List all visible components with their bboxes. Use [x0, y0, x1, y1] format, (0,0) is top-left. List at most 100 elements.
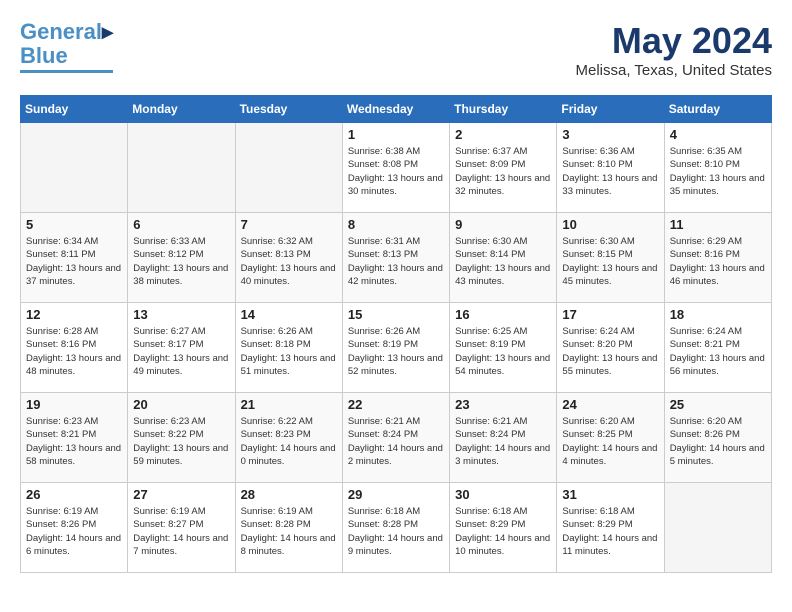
title-block: May 2024 Melissa, Texas, United States	[576, 20, 772, 79]
day-number: 27	[133, 487, 229, 502]
day-detail: Sunrise: 6:24 AMSunset: 8:20 PMDaylight:…	[562, 325, 658, 378]
calendar-cell: 25 Sunrise: 6:20 AMSunset: 8:26 PMDayligh…	[664, 393, 771, 483]
logo: General▸ Blue	[20, 20, 113, 73]
day-number: 8	[348, 217, 444, 232]
calendar-cell: 15 Sunrise: 6:26 AMSunset: 8:19 PMDayligh…	[342, 303, 449, 393]
calendar-cell: 3 Sunrise: 6:36 AMSunset: 8:10 PMDaylight…	[557, 123, 664, 213]
day-number: 19	[26, 397, 122, 412]
location: Melissa, Texas, United States	[576, 62, 772, 79]
day-number: 10	[562, 217, 658, 232]
calendar-cell: 18Sunrise: 6:24 AMSunset: 8:21 PMDayligh…	[664, 303, 771, 393]
logo-underline	[20, 70, 113, 73]
day-detail: Sunrise: 6:24 AMSunset: 8:21 PMDaylight:…	[670, 325, 766, 378]
day-detail: Sunrise: 6:20 AMSunset: 8:26 PMDaylight:…	[670, 415, 766, 468]
day-detail: Sunrise: 6:26 AMSunset: 8:19 PMDaylight:…	[348, 325, 444, 378]
calendar-cell: 6 Sunrise: 6:33 AMSunset: 8:12 PMDaylight…	[128, 213, 235, 303]
day-number: 15	[348, 307, 444, 322]
day-detail: Sunrise: 6:25 AMSunset: 8:19 PMDaylight:…	[455, 325, 551, 378]
calendar-week-4: 19Sunrise: 6:23 AMSunset: 8:21 PMDayligh…	[21, 393, 772, 483]
day-number: 1	[348, 127, 444, 142]
calendar-cell	[128, 123, 235, 213]
weekday-header-saturday: Saturday	[664, 96, 771, 123]
day-number: 3	[562, 127, 658, 142]
calendar-cell: 29 Sunrise: 6:18 AMSunset: 8:28 PMDayligh…	[342, 483, 449, 573]
day-number: 2	[455, 127, 551, 142]
calendar-cell: 24 Sunrise: 6:20 AMSunset: 8:25 PMDayligh…	[557, 393, 664, 483]
day-number: 16	[455, 307, 551, 322]
calendar-cell: 5 Sunrise: 6:34 AMSunset: 8:11 PMDaylight…	[21, 213, 128, 303]
day-detail: Sunrise: 6:35 AMSunset: 8:10 PMDaylight:…	[670, 145, 766, 198]
calendar-cell: 27 Sunrise: 6:19 AMSunset: 8:27 PMDayligh…	[128, 483, 235, 573]
day-number: 14	[241, 307, 337, 322]
calendar-week-3: 12 Sunrise: 6:28 AMSunset: 8:16 PMDayligh…	[21, 303, 772, 393]
day-detail: Sunrise: 6:23 AMSunset: 8:22 PMDaylight:…	[133, 415, 229, 468]
calendar-cell: 2Sunrise: 6:37 AMSunset: 8:09 PMDaylight…	[450, 123, 557, 213]
day-detail: Sunrise: 6:30 AMSunset: 8:15 PMDaylight:…	[562, 235, 658, 288]
weekday-header-tuesday: Tuesday	[235, 96, 342, 123]
calendar-cell: 31 Sunrise: 6:18 AMSunset: 8:29 PMDayligh…	[557, 483, 664, 573]
day-number: 29	[348, 487, 444, 502]
day-number: 13	[133, 307, 229, 322]
logo-blue: Blue	[20, 43, 68, 68]
day-detail: Sunrise: 6:18 AMSunset: 8:29 PMDaylight:…	[455, 505, 551, 558]
calendar-table: SundayMondayTuesdayWednesdayThursdayFrid…	[20, 95, 772, 573]
calendar-cell: 8Sunrise: 6:31 AMSunset: 8:13 PMDaylight…	[342, 213, 449, 303]
day-detail: Sunrise: 6:18 AMSunset: 8:28 PMDaylight:…	[348, 505, 444, 558]
day-number: 5	[26, 217, 122, 232]
day-number: 4	[670, 127, 766, 142]
weekday-header-wednesday: Wednesday	[342, 96, 449, 123]
calendar-cell	[235, 123, 342, 213]
day-detail: Sunrise: 6:19 AMSunset: 8:26 PMDaylight:…	[26, 505, 122, 558]
day-number: 9	[455, 217, 551, 232]
calendar-cell: 19Sunrise: 6:23 AMSunset: 8:21 PMDayligh…	[21, 393, 128, 483]
day-number: 22	[348, 397, 444, 412]
day-detail: Sunrise: 6:29 AMSunset: 8:16 PMDaylight:…	[670, 235, 766, 288]
day-detail: Sunrise: 6:33 AMSunset: 8:12 PMDaylight:…	[133, 235, 229, 288]
day-detail: Sunrise: 6:18 AMSunset: 8:29 PMDaylight:…	[562, 505, 658, 558]
calendar-cell: 21 Sunrise: 6:22 AMSunset: 8:23 PMDayligh…	[235, 393, 342, 483]
day-detail: Sunrise: 6:19 AMSunset: 8:27 PMDaylight:…	[133, 505, 229, 558]
day-number: 21	[241, 397, 337, 412]
calendar-cell: 14Sunrise: 6:26 AMSunset: 8:18 PMDayligh…	[235, 303, 342, 393]
day-detail: Sunrise: 6:32 AMSunset: 8:13 PMDaylight:…	[241, 235, 337, 288]
calendar-cell: 7 Sunrise: 6:32 AMSunset: 8:13 PMDaylight…	[235, 213, 342, 303]
day-detail: Sunrise: 6:20 AMSunset: 8:25 PMDaylight:…	[562, 415, 658, 468]
day-number: 31	[562, 487, 658, 502]
calendar-week-1: 1Sunrise: 6:38 AMSunset: 8:08 PMDaylight…	[21, 123, 772, 213]
calendar-cell: 22 Sunrise: 6:21 AMSunset: 8:24 PMDayligh…	[342, 393, 449, 483]
day-number: 11	[670, 217, 766, 232]
day-number: 7	[241, 217, 337, 232]
calendar-cell: 23 Sunrise: 6:21 AMSunset: 8:24 PMDayligh…	[450, 393, 557, 483]
day-detail: Sunrise: 6:21 AMSunset: 8:24 PMDaylight:…	[455, 415, 551, 468]
day-detail: Sunrise: 6:36 AMSunset: 8:10 PMDaylight:…	[562, 145, 658, 198]
day-detail: Sunrise: 6:27 AMSunset: 8:17 PMDaylight:…	[133, 325, 229, 378]
calendar-cell: 13 Sunrise: 6:27 AMSunset: 8:17 PMDayligh…	[128, 303, 235, 393]
day-number: 17	[562, 307, 658, 322]
weekday-header-thursday: Thursday	[450, 96, 557, 123]
day-number: 28	[241, 487, 337, 502]
day-detail: Sunrise: 6:30 AMSunset: 8:14 PMDaylight:…	[455, 235, 551, 288]
day-detail: Sunrise: 6:28 AMSunset: 8:16 PMDaylight:…	[26, 325, 122, 378]
day-detail: Sunrise: 6:34 AMSunset: 8:11 PMDaylight:…	[26, 235, 122, 288]
day-number: 6	[133, 217, 229, 232]
calendar-cell	[664, 483, 771, 573]
calendar-cell: 10 Sunrise: 6:30 AMSunset: 8:15 PMDayligh…	[557, 213, 664, 303]
logo-text: General▸ Blue	[20, 20, 113, 68]
logo-general: General	[20, 19, 102, 44]
calendar-cell: 17 Sunrise: 6:24 AMSunset: 8:20 PMDayligh…	[557, 303, 664, 393]
calendar-cell: 4 Sunrise: 6:35 AMSunset: 8:10 PMDaylight…	[664, 123, 771, 213]
day-detail: Sunrise: 6:21 AMSunset: 8:24 PMDaylight:…	[348, 415, 444, 468]
day-number: 23	[455, 397, 551, 412]
weekday-header-monday: Monday	[128, 96, 235, 123]
day-number: 24	[562, 397, 658, 412]
calendar-cell: 26Sunrise: 6:19 AMSunset: 8:26 PMDayligh…	[21, 483, 128, 573]
calendar-cell: 11 Sunrise: 6:29 AMSunset: 8:16 PMDayligh…	[664, 213, 771, 303]
calendar-cell	[21, 123, 128, 213]
calendar-cell: 20Sunrise: 6:23 AMSunset: 8:22 PMDayligh…	[128, 393, 235, 483]
day-number: 25	[670, 397, 766, 412]
calendar-cell: 1Sunrise: 6:38 AMSunset: 8:08 PMDaylight…	[342, 123, 449, 213]
day-detail: Sunrise: 6:22 AMSunset: 8:23 PMDaylight:…	[241, 415, 337, 468]
day-number: 12	[26, 307, 122, 322]
calendar-cell: 9 Sunrise: 6:30 AMSunset: 8:14 PMDaylight…	[450, 213, 557, 303]
weekday-header-friday: Friday	[557, 96, 664, 123]
